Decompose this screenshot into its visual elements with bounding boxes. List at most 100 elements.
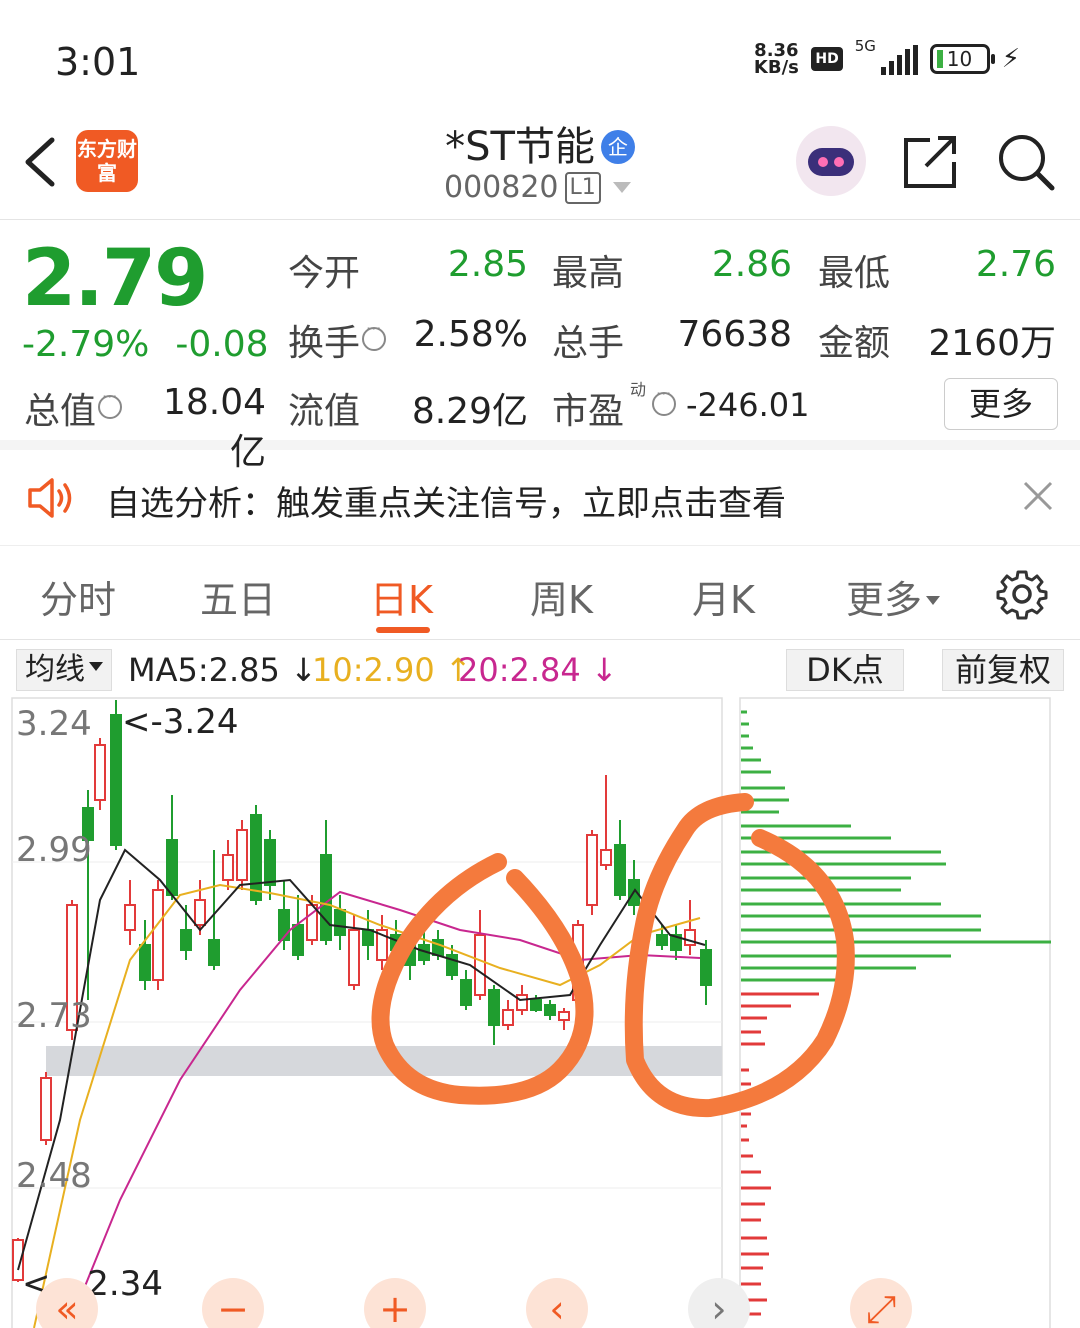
candle-body [586, 834, 598, 906]
pe-superscript: 动 [630, 380, 647, 399]
active-tab-indicator [376, 627, 430, 633]
candle-body [572, 924, 584, 1001]
amount-label: 金额 [818, 323, 891, 364]
robot-icon [808, 148, 854, 176]
candle-body [516, 994, 528, 1011]
more-quote-button[interactable]: 更多 [944, 378, 1058, 430]
current-price: 2.79 [22, 234, 208, 324]
tab-more[interactable]: 更多 [846, 569, 941, 624]
candle-body [180, 929, 192, 951]
notice-text: 自选分析：触发重点关注信号，立即点击查看 [106, 484, 786, 524]
candle-body [194, 899, 206, 926]
prev-button[interactable]: ‹ [526, 1278, 588, 1328]
speaker-icon [28, 478, 72, 518]
zoom-out-button[interactable]: − [202, 1278, 264, 1328]
candle-body [250, 814, 262, 901]
candle-body [320, 854, 332, 941]
tab-weekly-k[interactable]: 周K [530, 569, 593, 624]
candle-body [418, 944, 430, 961]
share-icon [904, 136, 956, 188]
hd-icon: HD [811, 47, 843, 71]
candle-body [474, 934, 486, 996]
volume-label: 总手 [552, 323, 625, 364]
candlesticks [12, 700, 712, 1282]
search-button[interactable] [996, 132, 1056, 192]
annotation-circle-right [624, 793, 855, 1118]
float-label: 流值 [288, 391, 361, 432]
price-tick: 2.73 [16, 996, 92, 1036]
ma-indicator-bar: 均线 MA5:2.85 ↓ 10:2.90 ↑ 20:2.84 ↓ DK点 前复… [0, 645, 1080, 693]
info-more-icon [362, 319, 387, 351]
candle-body [278, 909, 290, 941]
network-type: 5G [854, 37, 876, 55]
candle-body [306, 904, 318, 941]
status-icons: 8.36 KB/s HD 5G 10 ⚡ [753, 37, 1020, 78]
ma5-line [17, 848, 706, 1271]
volume-value: 76638 [677, 314, 792, 355]
candle-body [222, 854, 234, 881]
network-speed-unit: KB/s [753, 57, 799, 78]
ma-select[interactable]: 均线 [16, 649, 112, 691]
high-label: 最高 [552, 253, 625, 294]
low-label: 最低 [818, 253, 891, 294]
candle-body [334, 909, 346, 936]
ma20-line [67, 890, 701, 1328]
adjust-select[interactable]: 前复权 [942, 649, 1064, 691]
candle-body [446, 954, 458, 976]
share-button[interactable] [900, 132, 960, 192]
ai-assistant-button[interactable] [796, 126, 866, 196]
close-icon[interactable] [1020, 478, 1056, 514]
pe-label[interactable]: 市盈 [552, 382, 624, 434]
settings-gear-icon[interactable] [996, 568, 1048, 620]
dk-point-select[interactable]: DK点 [786, 649, 904, 691]
open-value: 2.85 [447, 244, 528, 285]
candle-body [628, 879, 640, 906]
candle-body [530, 999, 542, 1011]
candle-body [670, 934, 682, 951]
candle-body [348, 929, 360, 986]
caret-down-icon [612, 182, 631, 193]
candle-body [264, 839, 276, 886]
annotation-circle-left [371, 853, 594, 1105]
candle-body [94, 744, 106, 801]
status-bar: 3:01 8.36 KB/s HD 5G 10 ⚡ [0, 0, 1080, 110]
candle-body [700, 949, 712, 986]
candle-body [152, 889, 164, 981]
ma10-line [33, 883, 701, 1328]
network-speed: 8.36 KB/s [753, 42, 799, 78]
tab-five-day[interactable]: 五日 [200, 569, 276, 624]
stock-code: 000820 [444, 170, 559, 205]
candle-body [404, 939, 416, 966]
pe-value: -246.01 [686, 386, 810, 424]
high-value: 2.86 [711, 244, 792, 285]
battery-icon: 10 [929, 44, 995, 74]
high-marker: <-3.24 [122, 702, 239, 742]
volume-profile [741, 710, 1051, 1316]
status-time: 3:01 [55, 40, 141, 84]
next-button[interactable]: › [688, 1278, 750, 1328]
candle-body [208, 939, 220, 966]
low-value: 2.76 [975, 244, 1056, 285]
turnover-value: 2.58% [413, 314, 528, 355]
mktcap-label[interactable]: 总值 [24, 382, 123, 434]
candle-body [362, 929, 374, 946]
ma10-value: 10:2.90 ↑ [312, 651, 472, 689]
stock-code-selector[interactable]: 000820 L1 [444, 170, 631, 205]
candle-body [656, 934, 668, 946]
ma5-value: MA5:2.85 ↓ [128, 651, 317, 689]
zoom-in-button[interactable]: + [364, 1278, 426, 1328]
tab-monthly-k[interactable]: 月K [692, 569, 755, 624]
candle-body [502, 1009, 514, 1026]
candle-body [614, 844, 626, 896]
candle-body [432, 939, 444, 956]
turnover-label[interactable]: 换手 [288, 314, 387, 366]
candle-body [460, 979, 472, 1006]
notice-banner[interactable]: 自选分析：触发重点关注信号，立即点击查看 [0, 450, 1080, 546]
fullscreen-button[interactable]: ⤢ [850, 1278, 912, 1328]
tab-intraday[interactable]: 分时 [40, 569, 116, 624]
level-badge: L1 [564, 171, 601, 204]
info-more-icon[interactable] [652, 384, 676, 416]
candle-body [139, 944, 151, 981]
tab-daily-k[interactable]: 日K [370, 569, 433, 624]
candle-body [544, 1004, 556, 1016]
